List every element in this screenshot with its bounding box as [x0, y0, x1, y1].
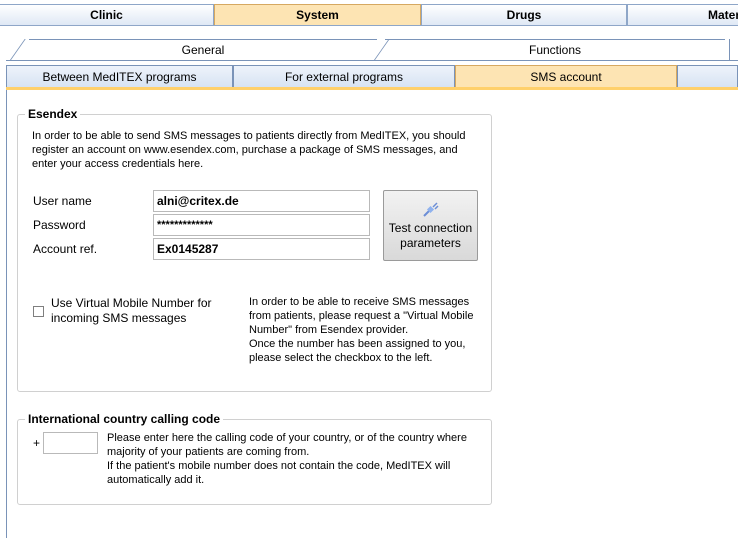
account-ref-label: Account ref. — [33, 242, 98, 256]
tab-material[interactable]: Mater — [627, 4, 738, 25]
tab-functions[interactable]: Functions — [385, 39, 725, 59]
calling-code-title: International country calling code — [25, 412, 224, 426]
tab-for-external-programs[interactable]: For external programs — [233, 65, 455, 87]
tab-sms-account[interactable]: SMS account — [455, 65, 677, 87]
vmn-checkbox[interactable] — [33, 306, 44, 317]
plug-icon — [422, 200, 440, 218]
calling-code-info: Please enter here the calling code of yo… — [107, 432, 467, 486]
sub-tabs-divider — [6, 60, 738, 61]
tab-between-meditex-programs[interactable]: Between MedITEX programs — [6, 65, 233, 87]
tab-edge — [729, 39, 730, 61]
tab-general[interactable]: General — [29, 39, 377, 59]
username-input[interactable]: alni@critex.de — [153, 190, 370, 212]
tab-drugs[interactable]: Drugs — [421, 4, 627, 25]
test-connection-label: Test connection parameters — [388, 221, 473, 250]
test-connection-button[interactable]: Test connection parameters — [383, 190, 478, 261]
tab-edge — [9, 39, 26, 61]
esendex-intro: In order to be able to send SMS messages… — [32, 130, 466, 170]
password-input[interactable]: ************* — [153, 214, 370, 236]
tab-clinic[interactable]: Clinic — [0, 4, 214, 25]
account-ref-input[interactable]: Ex0145287 — [153, 238, 370, 260]
top-tabs-divider — [0, 25, 738, 26]
tab-filler — [677, 65, 738, 87]
tab-system[interactable]: System — [214, 4, 421, 25]
vmn-checkbox-label[interactable]: Use Virtual Mobile Number for incoming S… — [51, 296, 231, 326]
esendex-title: Esendex — [25, 107, 81, 121]
plus-sign: + — [33, 436, 41, 450]
vmn-info: In order to be able to receive SMS messa… — [249, 296, 474, 364]
calling-code-input[interactable] — [43, 432, 98, 454]
username-label: User name — [33, 194, 92, 208]
password-label: Password — [33, 218, 86, 232]
